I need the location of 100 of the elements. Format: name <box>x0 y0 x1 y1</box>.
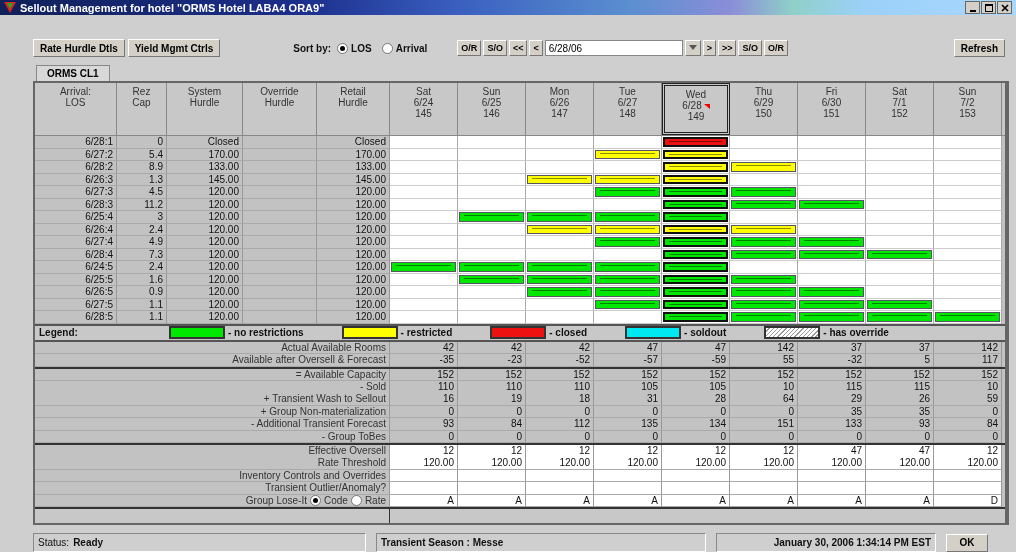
table-cell: 93 <box>866 418 934 431</box>
day-header[interactable]: Sun 6/25 146 <box>458 83 526 136</box>
table-cell: 16 <box>390 393 458 406</box>
nav-button[interactable]: S/O <box>738 40 762 57</box>
table-cell: 117 <box>934 354 1002 367</box>
day-name: Mon <box>548 86 571 98</box>
radio-option[interactable]: Rate <box>350 494 386 507</box>
dropdown-button[interactable] <box>684 40 701 57</box>
table-cell: 31 <box>594 393 662 406</box>
toolbar-button[interactable]: Yield Mgmt Ctrls <box>127 39 221 58</box>
table-cell: 134 <box>662 418 730 431</box>
maximize-button[interactable] <box>981 1 996 15</box>
table-cell: 47 <box>866 445 934 458</box>
table-cell: 120.00 <box>662 457 730 470</box>
day-header[interactable]: Fri 6/30 151 <box>798 83 866 136</box>
radio-option[interactable]: Code <box>309 494 348 507</box>
toolbar-button[interactable]: Rate Hurdle Dtls <box>33 39 125 58</box>
day-header[interactable]: Sat 7/1 152 <box>866 83 934 136</box>
day-header[interactable]: Sun 7/2 153 <box>934 83 1002 136</box>
ok-button[interactable]: OK <box>946 533 988 552</box>
day-number: 147 <box>550 108 569 120</box>
date-field[interactable]: 6/28/06 <box>544 40 683 57</box>
table-cell: 6/28:1 <box>35 136 117 149</box>
table-cell: 120.00 <box>934 457 1002 470</box>
table-cell: 120.00 <box>167 286 243 299</box>
day-date: 7/1 <box>891 97 908 109</box>
table-cell: -35 <box>390 354 458 367</box>
close-button[interactable] <box>997 1 1012 15</box>
table-cell: 152 <box>730 368 798 382</box>
table-cell: 0 <box>117 136 167 149</box>
day-date: 6/30 <box>820 97 843 109</box>
table-cell: 6/25:4 <box>35 211 117 224</box>
nav-button[interactable]: << <box>508 40 528 57</box>
table-cell: 4.9 <box>117 236 167 249</box>
table-cell: 6/24:5 <box>35 261 117 274</box>
day-name: Sat <box>415 86 432 98</box>
table-cell: -23 <box>458 354 526 367</box>
column-header: Retail Hurdle <box>317 83 390 136</box>
table-cell: 152 <box>934 368 1002 382</box>
nav-button[interactable]: O/R <box>457 40 482 57</box>
table-cell: 12 <box>458 445 526 458</box>
table-cell: 151 <box>730 418 798 431</box>
column-header: Rez Cap <box>117 83 167 136</box>
app-icon <box>4 2 16 14</box>
day-name: Thu <box>753 86 774 98</box>
table-cell: 18 <box>526 393 594 406</box>
status-label: Status: <box>38 537 70 548</box>
sort-radio[interactable]: LOS <box>337 42 372 54</box>
sort-radio[interactable]: Arrival <box>381 42 428 54</box>
table-cell: 120.00 <box>390 457 458 470</box>
legend-label: - restricted <box>400 327 453 339</box>
day-name: Wed <box>684 89 708 101</box>
nav-button[interactable]: O/R <box>763 40 788 57</box>
row-label-text: Inventory Controls and Overrides <box>239 469 386 482</box>
table-cell: -32 <box>798 354 866 367</box>
nav-button[interactable]: < <box>529 40 543 57</box>
table-cell: 84 <box>934 418 1002 431</box>
legend-label: - no restrictions <box>228 327 304 339</box>
table-cell: 120.00 <box>458 457 526 470</box>
row-label-text: Group Lose-It <box>245 494 307 507</box>
table-cell: 120.00 <box>167 186 243 199</box>
close-icon <box>1000 3 1009 12</box>
day-name: Sun <box>481 86 502 98</box>
row-label-text: Rate Threshold <box>317 457 386 469</box>
day-number: 145 <box>414 108 433 120</box>
day-header[interactable]: Tue 6/27 148 <box>594 83 662 136</box>
column-header: System Hurdle <box>167 83 243 136</box>
row-label-text: = Available Capacity <box>295 368 386 381</box>
nav-button[interactable]: >> <box>717 40 737 57</box>
day-date: 6/26 <box>548 97 571 109</box>
caret-icon <box>688 45 697 52</box>
day-header[interactable]: Sat 6/24 145 <box>390 83 458 136</box>
table-cell: 120.00 <box>167 311 243 324</box>
table-cell: Closed <box>317 136 390 149</box>
day-date: 6/24 <box>412 97 435 109</box>
day-number: 148 <box>618 108 637 120</box>
table-cell: 120.00 <box>317 211 390 224</box>
window-title: Sellout Management for hotel "ORMS Hotel LABA4 ORA9" <box>20 1 325 14</box>
row-label-text: - Additional Transient Forecast <box>250 418 386 430</box>
day-date: 6/29 <box>752 97 775 109</box>
day-date: 6/27 <box>616 97 639 109</box>
season-text: Transient Season : Messe <box>381 537 504 548</box>
table-cell: 6/27:4 <box>35 236 117 249</box>
day-header[interactable]: Mon 6/26 147 <box>526 83 594 136</box>
table-cell: 12 <box>934 445 1002 458</box>
row-label-text: + Transient Wash to Sellout <box>263 393 386 405</box>
refresh-button[interactable]: Refresh <box>953 39 1005 58</box>
nav-button[interactable]: > <box>702 40 716 57</box>
tab[interactable]: ORMS CL1 <box>36 65 110 82</box>
day-header[interactable]: Thu 6/29 150 <box>730 83 798 136</box>
table-cell: 152 <box>526 368 594 382</box>
table-cell: 12 <box>526 445 594 458</box>
table-cell: 120.00 <box>167 261 243 274</box>
table-cell: 120.00 <box>317 186 390 199</box>
day-name: Fri <box>824 86 839 98</box>
table-cell: 133.00 <box>167 161 243 174</box>
minimize-button[interactable] <box>965 1 980 15</box>
table-cell: 120.00 <box>167 211 243 224</box>
minimize-icon <box>969 9 976 12</box>
nav-button[interactable]: S/O <box>483 40 507 57</box>
